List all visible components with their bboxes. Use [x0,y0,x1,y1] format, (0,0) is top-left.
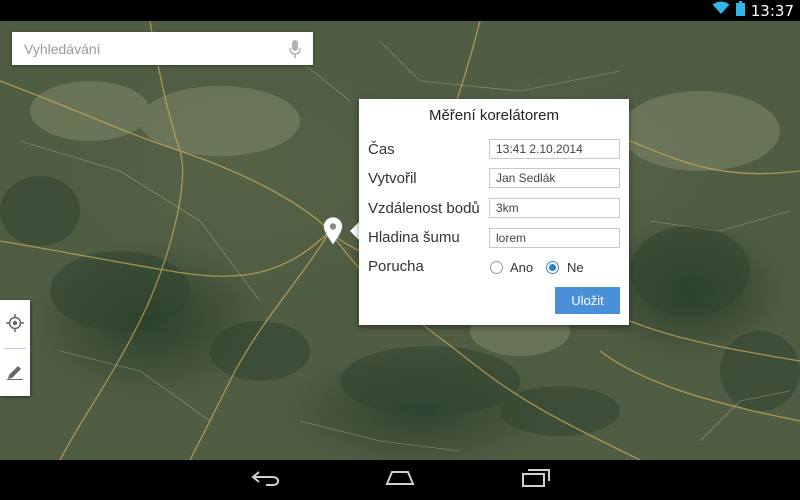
fault-yes-radio[interactable] [490,261,503,274]
home-button[interactable] [380,468,420,492]
dialog-pointer [350,222,359,240]
navigation-bar [0,460,800,500]
created-by-label: Vytvořil [368,170,417,187]
time-label: Čas [368,141,395,158]
microphone-icon[interactable] [289,40,301,63]
dialog-title: Měření korelátorem [428,107,560,124]
fault-label: Porucha [368,258,424,275]
my-location-button[interactable] [0,302,30,348]
fault-no-radio[interactable] [546,261,559,274]
map-tools-panel [0,300,30,396]
back-button[interactable] [245,468,285,492]
status-bar: 13:37 [0,0,800,21]
search-input[interactable] [12,39,276,58]
noise-level-label: Hladina šumu [368,229,460,246]
tool-divider [4,348,26,349]
location-pin-icon[interactable] [323,217,343,250]
edit-button[interactable] [0,350,30,396]
point-distance-label: Vzdálenost bodů [368,200,480,217]
pencil-icon [6,362,24,385]
recent-apps-button[interactable] [516,468,556,492]
wifi-icon [712,1,730,20]
clock: 13:37 [750,1,794,20]
point-distance-field[interactable] [489,198,620,218]
home-icon [384,470,416,491]
created-by-field[interactable] [489,168,620,188]
noise-level-field[interactable] [489,228,620,248]
recent-apps-icon [522,468,550,492]
battery-icon [735,0,745,21]
crosshair-icon [6,313,24,337]
measurement-dialog: Měření korelátorem Čas Vytvořil Vzdáleno… [359,99,629,325]
back-icon [250,470,280,491]
fault-no-label: Ne [567,260,584,275]
save-button[interactable]: Uložit [555,287,620,314]
time-field[interactable] [489,139,620,159]
search-box[interactable] [12,32,313,65]
fault-yes-label: Ano [510,260,534,275]
